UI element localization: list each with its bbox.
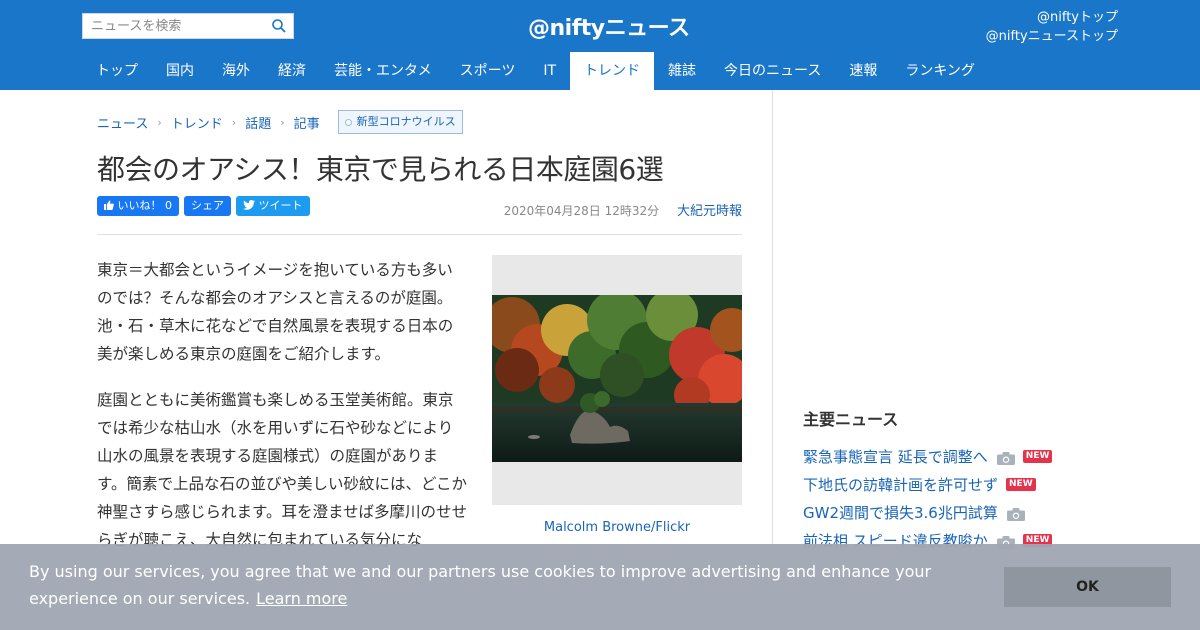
twitter-bird-icon [243,199,259,212]
article-photo-frame [492,255,742,505]
cookie-text: By using our services, you agree that we… [29,562,932,608]
new-badge: NEW [1006,477,1036,491]
publish-date: 2020年04月28日 12時32分 [503,204,660,218]
nav-item-magazine[interactable]: 雑誌 [654,52,710,90]
nav-item-top[interactable]: トップ [82,52,152,90]
tweet-label: ツイート [258,199,303,212]
breadcrumb-article[interactable]: 記事 [294,113,320,132]
nav-item-world[interactable]: 海外 [208,52,264,90]
cookie-message: By using our services, you agree that we… [29,558,989,612]
chevron-right-icon: › [280,115,285,129]
news-item: GW2週間で損失3.6兆円試算 [803,498,1103,526]
article-meta: 2020年04月28日 12時32分 大紀元時報 [504,200,742,219]
tweet-button[interactable]: ツイート [236,196,310,216]
facebook-like-label: いいね！ 0 [117,199,173,212]
breadcrumb-news[interactable]: ニュース [97,113,148,132]
garden-photo[interactable] [492,295,742,462]
social-buttons: いいね！ 0 シェア ツイート [97,196,315,216]
nav-item-economy[interactable]: 経済 [264,52,320,90]
topic-tag-label: 新型コロナウイルス [356,115,456,128]
facebook-like-button[interactable]: いいね！ 0 [97,196,179,216]
article-body: 東京＝大都会というイメージを抱いている方も多いのでは？そんな都会のオアシスと言え… [97,256,467,572]
site-header: @niftyニュース @niftyトップ @niftyニューストップ トップ 国… [0,0,1200,90]
nav-item-trend[interactable]: トレンド [570,52,655,90]
source-link[interactable]: 大紀元時報 [677,204,742,219]
article-paragraph: 東京＝大都会というイメージを抱いている方も多いのでは？そんな都会のオアシスと言え… [97,261,454,363]
news-item: 下地氏の訪韓計画を許可せず NEW [803,470,1103,498]
breadcrumb-trend[interactable]: トレンド [171,113,223,132]
camera-icon [1006,506,1025,521]
nifty-news-top-link[interactable]: @niftyニューストップ [986,27,1118,46]
nav-item-it[interactable]: IT [529,52,570,90]
site-logo[interactable]: @niftyニュース [528,10,690,42]
breadcrumb-topic[interactable]: 話題 [245,113,271,132]
nav-item-ranking[interactable]: ランキング [891,52,989,90]
sidebar-heading: 主要ニュース [803,410,899,429]
search-icon[interactable] [271,18,287,34]
news-link[interactable]: 緊急事態宣言 延長で調整へ [803,446,988,467]
nifty-top-link[interactable]: @niftyトップ [986,8,1118,27]
article-paragraph: 庭園とともに美術鑑賞も楽しめる玉堂美術館。東京では希少な枯山水（水を用いずに石や… [97,391,467,549]
news-link[interactable]: 下地氏の訪韓計画を許可せず [803,474,998,495]
cookie-banner: By using our services, you agree that we… [0,544,1200,630]
news-item: 緊急事態宣言 延長で調整へ NEW [803,442,1103,470]
photo-credit[interactable]: Malcolm Browne/Flickr [492,520,742,535]
search-box[interactable] [82,13,294,39]
nav-item-sports[interactable]: スポーツ [446,52,530,90]
nav-item-today[interactable]: 今日のニュース [710,52,835,90]
sidebar-top-news: 主要ニュース 緊急事態宣言 延長で調整へ NEW 下地氏の訪韓計画を許可せず N… [803,406,1103,554]
main-nav: トップ 国内 海外 経済 芸能・エンタメ スポーツ IT トレンド 雑誌 今日の… [82,52,989,90]
article-title: 都会のオアシス！東京で見られる日本庭園6選 [97,153,664,186]
breadcrumb: ニュース › トレンド › 話題 › 記事 新型コロナウイルス [97,110,463,134]
topic-tag[interactable]: 新型コロナウイルス [337,110,463,134]
chevron-right-icon: › [157,115,162,129]
search-input[interactable] [83,14,263,38]
divider [97,234,742,235]
chevron-right-icon: › [231,115,237,129]
facebook-share-button[interactable]: シェア [184,196,231,216]
facebook-thumb-icon [104,199,118,212]
cookie-ok-button[interactable]: OK [1004,567,1171,607]
nav-item-domestic[interactable]: 国内 [152,52,208,90]
nav-item-entertainment[interactable]: 芸能・エンタメ [320,52,446,90]
circle-icon [344,119,352,126]
nav-item-breaking[interactable]: 速報 [835,52,891,90]
new-badge: NEW [1022,449,1053,463]
learn-more-link[interactable]: Learn more [256,589,347,608]
top-links: @niftyトップ @niftyニューストップ [986,8,1118,46]
camera-icon [996,450,1015,465]
news-link[interactable]: GW2週間で損失3.6兆円試算 [803,502,998,523]
